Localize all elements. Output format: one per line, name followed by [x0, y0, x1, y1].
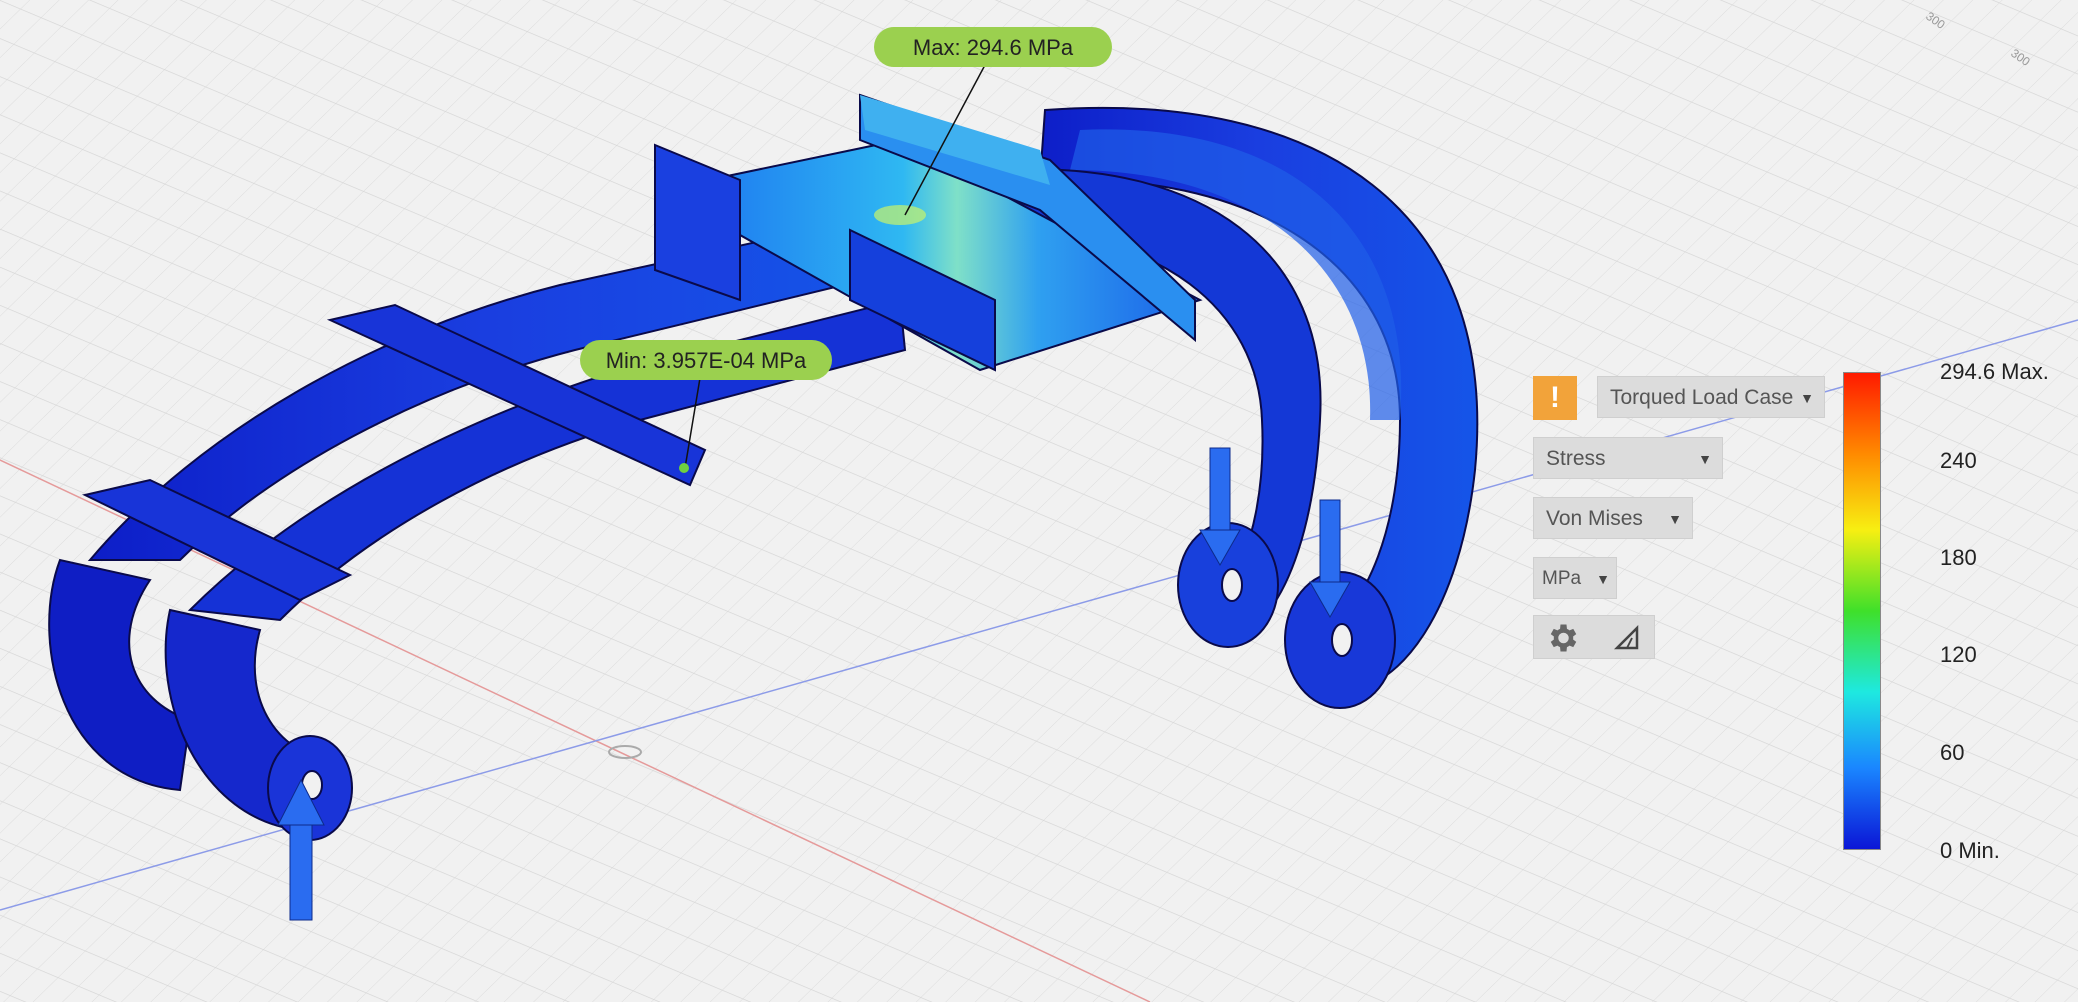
load-case-dropdown[interactable]: Torqued Load Case ▼	[1597, 376, 1825, 418]
legend-tick: 240	[1940, 448, 1977, 473]
legend-tick: 60	[1940, 740, 1965, 765]
chevron-down-icon: ▼	[1596, 571, 1610, 587]
exclamation-warning-icon[interactable]: !	[1533, 376, 1577, 420]
chevron-down-icon: ▼	[1668, 511, 1682, 527]
min-probe-label: Min: 3.957E-04 MPa	[606, 348, 807, 373]
triangle-deformation-icon[interactable]	[1612, 623, 1642, 653]
component-label: Von Mises	[1546, 507, 1643, 530]
load-case-label: Torqued Load Case	[1610, 386, 1794, 409]
chevron-down-icon: ▼	[1800, 390, 1814, 406]
legend-tick: 180	[1940, 545, 1977, 570]
max-probe-label: Max: 294.6 MPa	[913, 35, 1074, 60]
3d-viewport[interactable]: 300 300 Max: 294.6 MPa Min: 3.957E-04 MP…	[0, 0, 2078, 1002]
gear-icon	[1550, 624, 1577, 652]
settings-button[interactable]	[1533, 615, 1655, 659]
units-label: MPa	[1542, 568, 1582, 589]
legend-tick-min: 0 Min.	[1940, 838, 2000, 863]
result-type-label: Stress	[1546, 447, 1606, 470]
component-dropdown[interactable]: Von Mises ▼	[1533, 497, 1693, 539]
legend-tick-max: 294.6 Max.	[1940, 359, 2049, 384]
stress-legend-bar	[1843, 372, 1881, 850]
units-dropdown[interactable]: MPa ▼	[1533, 557, 1617, 599]
chevron-down-icon: ▼	[1698, 451, 1712, 467]
legend-tick: 120	[1940, 642, 1977, 667]
result-type-dropdown[interactable]: Stress ▼	[1533, 437, 1723, 479]
min-probe-point	[679, 463, 689, 473]
